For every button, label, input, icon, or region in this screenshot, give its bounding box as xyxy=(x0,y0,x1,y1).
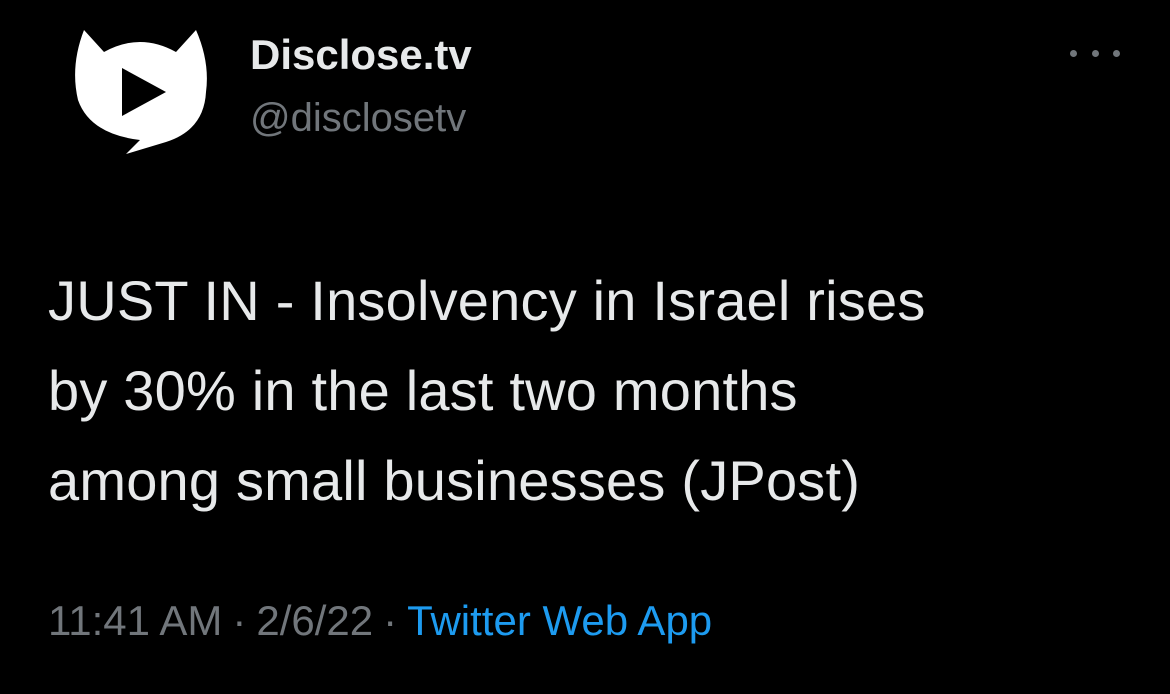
meta-separator: · xyxy=(232,597,247,644)
tweet-time[interactable]: 11:41 AM xyxy=(48,597,222,644)
tweet-text-line: by 30% in the last two months xyxy=(48,359,798,422)
disclose-play-logo-icon[interactable] xyxy=(70,22,210,162)
tweet-text-line: among small businesses (JPost) xyxy=(48,449,861,512)
more-dot xyxy=(1113,49,1120,57)
tweet-meta: 11:41 AM · 2/6/22 · Twitter Web App xyxy=(48,594,712,648)
author-handle[interactable]: @disclosetv xyxy=(250,94,466,142)
tweet-text: JUST IN - Insolvency in Israel rises by … xyxy=(48,256,1138,526)
more-dot xyxy=(1070,49,1077,57)
more-options-icon[interactable] xyxy=(1070,42,1120,64)
meta-separator: · xyxy=(383,597,398,644)
author-display-name[interactable]: Disclose.tv xyxy=(250,30,472,80)
tweet-text-line: JUST IN - Insolvency in Israel rises xyxy=(48,269,926,332)
tweet-source-link[interactable]: Twitter Web App xyxy=(407,597,712,644)
tweet-date[interactable]: 2/6/22 xyxy=(256,597,373,644)
more-dot xyxy=(1091,49,1099,57)
tweet-card: Disclose.tv @disclosetv JUST IN - Insolv… xyxy=(0,0,1170,694)
